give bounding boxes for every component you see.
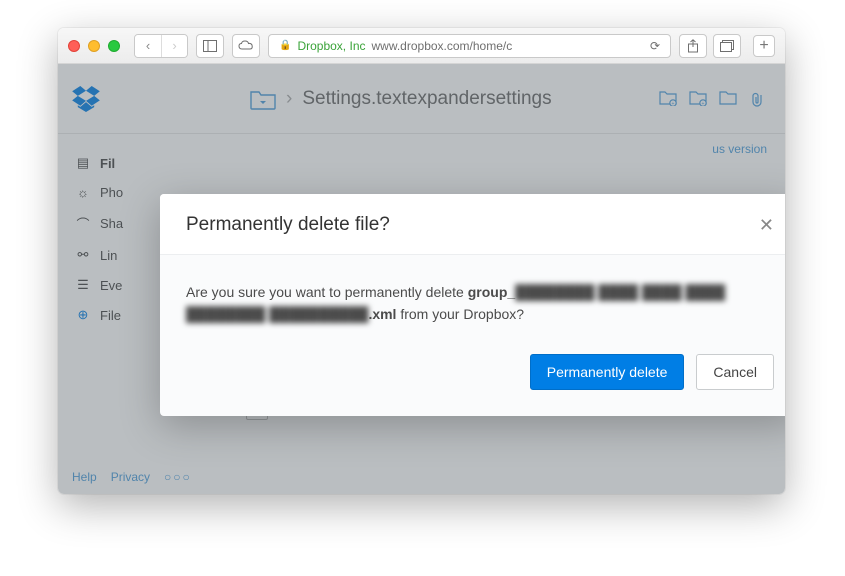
close-icon[interactable]: ✕ [759, 215, 774, 236]
titlebar: ‹ › 🔒 Dropbox, Inc www.dropbox.com/home/… [58, 28, 785, 64]
confirm-delete-button[interactable]: Permanently delete [530, 354, 685, 390]
forward-button[interactable]: › [161, 35, 187, 57]
reload-icon[interactable]: ⟳ [650, 39, 660, 53]
modal-title: Permanently delete file? [186, 214, 390, 236]
tabs-icon[interactable] [714, 35, 740, 57]
sidebar-toggle-icon[interactable] [197, 35, 223, 57]
delete-modal: Permanently delete file? ✕ Are you sure … [160, 194, 785, 416]
window-maximize-button[interactable] [108, 40, 120, 52]
new-tab-button[interactable]: + [753, 35, 775, 57]
url-path: www.dropbox.com/home/c [372, 39, 513, 53]
cancel-button[interactable]: Cancel [696, 354, 774, 390]
back-button[interactable]: ‹ [135, 35, 161, 57]
share-icon[interactable] [680, 35, 706, 57]
window-controls [68, 40, 120, 52]
browser-window: ‹ › 🔒 Dropbox, Inc www.dropbox.com/home/… [58, 28, 785, 494]
cloud-tabs[interactable] [232, 34, 260, 58]
modal-header: Permanently delete file? ✕ [160, 194, 785, 254]
modal-actions: Permanently delete Cancel [160, 332, 785, 416]
nav-buttons: ‹ › [134, 34, 188, 58]
url-domain: Dropbox, Inc [297, 39, 365, 53]
window-close-button[interactable] [68, 40, 80, 52]
modal-body: Are you sure you want to permanently del… [160, 254, 785, 332]
view-group [196, 34, 224, 58]
url-bar[interactable]: 🔒 Dropbox, Inc www.dropbox.com/home/c ⟳ [268, 34, 671, 58]
window-minimize-button[interactable] [88, 40, 100, 52]
cloud-icon [233, 35, 259, 57]
lock-icon: 🔒 [279, 40, 291, 51]
toolbar-right [679, 34, 741, 58]
